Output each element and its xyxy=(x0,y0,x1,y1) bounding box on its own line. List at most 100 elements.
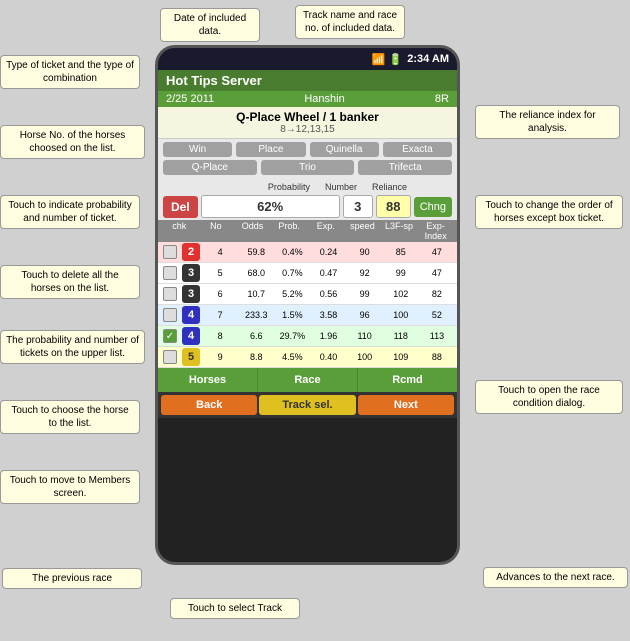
number-display[interactable]: 3 xyxy=(343,195,373,218)
col-chk: chk xyxy=(161,221,198,241)
annotation-change-order: Touch to change the order of horses exce… xyxy=(475,195,623,229)
table-cell: 0.40 xyxy=(310,352,346,362)
annotation-choose-horse: Touch to choose the horse to the list. xyxy=(0,400,140,434)
table-cell: 0.24 xyxy=(310,247,346,257)
table-cell: 88 xyxy=(419,352,455,362)
table-cell: 233.3 xyxy=(238,310,274,320)
app-title: Hot Tips Server xyxy=(166,73,262,88)
prob-label: Probability xyxy=(268,182,310,192)
race-track: Hanshin xyxy=(304,93,344,105)
reliance-display[interactable]: 88 xyxy=(376,195,411,218)
col-speed: speed xyxy=(344,221,381,241)
table-cell: 5.2% xyxy=(274,289,310,299)
table-cell: 90 xyxy=(347,247,383,257)
bet-place[interactable]: Place xyxy=(236,142,305,157)
annotation-delete-all: Touch to delete all the horses on the li… xyxy=(0,265,140,299)
annotation-move-members: Touch to move to Members screen. xyxy=(0,470,140,504)
horse-number: 5 xyxy=(182,348,200,366)
table-cell: 0.7% xyxy=(274,268,310,278)
probability-display[interactable]: 62% xyxy=(201,195,340,218)
table-cell: 5 xyxy=(202,268,238,278)
row-checkbox[interactable]: ✓ xyxy=(160,329,180,343)
clock: 2:34 AM xyxy=(407,53,449,65)
table-row[interactable]: 2459.80.4%0.24908547 xyxy=(158,242,457,263)
table-cell: 68.0 xyxy=(238,268,274,278)
table-cell: 0.56 xyxy=(310,289,346,299)
annotation-select-track: Touch to select Track xyxy=(170,598,300,619)
table-cell: 99 xyxy=(347,289,383,299)
table-cell: 4 xyxy=(202,247,238,257)
pnr-header: Probability Number Reliance xyxy=(158,181,457,193)
back-button[interactable]: Back xyxy=(161,395,257,415)
bet-row-2: Q-Place Trio Trifecta xyxy=(163,160,452,175)
table-cell: 0.4% xyxy=(274,247,310,257)
bet-quinella[interactable]: Quinella xyxy=(310,142,379,157)
table-cell: 0.47 xyxy=(310,268,346,278)
app-header: Hot Tips Server xyxy=(158,70,457,91)
nav-race[interactable]: Race xyxy=(258,368,358,392)
annotation-previous-race: The previous race xyxy=(2,568,142,589)
horse-number: 3 xyxy=(182,264,200,282)
table-cell: 8.8 xyxy=(238,352,274,362)
row-checkbox[interactable] xyxy=(160,308,180,322)
change-button[interactable]: Chng xyxy=(414,197,452,217)
table-row[interactable]: 3610.75.2%0.569910282 xyxy=(158,284,457,305)
table-cell: 4.5% xyxy=(274,352,310,362)
annotation-ticket-type: Type of ticket and the type of combinati… xyxy=(0,55,140,89)
nav-horses[interactable]: Horses xyxy=(158,368,258,392)
table-row[interactable]: ✓486.629.7%1.96110118113 xyxy=(158,326,457,347)
table-cell: 110 xyxy=(347,331,383,341)
unchecked-icon xyxy=(163,308,177,322)
row-checkbox[interactable] xyxy=(160,266,180,280)
table-cell: 92 xyxy=(347,268,383,278)
control-row: Del 62% 3 88 Chng xyxy=(158,193,457,220)
status-icons: 📶 🔋 xyxy=(372,53,402,66)
table-cell: 7 xyxy=(202,310,238,320)
table-cell: 99 xyxy=(383,268,419,278)
next-button[interactable]: Next xyxy=(358,395,454,415)
table-row[interactable]: 3568.00.7%0.47929947 xyxy=(158,263,457,284)
row-checkbox[interactable] xyxy=(160,350,180,364)
bet-qplace[interactable]: Q-Place xyxy=(163,160,257,175)
track-select-button[interactable]: Track sel. xyxy=(259,395,355,415)
table-cell: 47 xyxy=(419,268,455,278)
table-header: chk No Odds Prob. Exp. speed L3F-sp Exp-… xyxy=(158,220,457,242)
bet-trifecta[interactable]: Trifecta xyxy=(358,160,452,175)
col-odds: Odds xyxy=(234,221,271,241)
status-bar: 📶 🔋 2:34 AM xyxy=(158,48,457,70)
horse-number: 3 xyxy=(182,285,200,303)
table-cell: 85 xyxy=(383,247,419,257)
phone-frame: 📶 🔋 2:34 AM Hot Tips Server 2/25 2011 Ha… xyxy=(155,45,460,565)
table-row[interactable]: 598.84.5%0.4010010988 xyxy=(158,347,457,368)
bet-win[interactable]: Win xyxy=(163,142,232,157)
row-checkbox[interactable] xyxy=(160,245,180,259)
unchecked-icon xyxy=(163,245,177,259)
unchecked-icon xyxy=(163,287,177,301)
bet-trio[interactable]: Trio xyxy=(261,160,355,175)
col-expidx: Exp-Index xyxy=(417,221,454,241)
row-checkbox[interactable] xyxy=(160,287,180,301)
horse-number: 2 xyxy=(182,243,200,261)
bet-row-1: Win Place Quinella Exacta xyxy=(163,142,452,157)
col-prob: Prob. xyxy=(271,221,308,241)
table-cell: 3.58 xyxy=(310,310,346,320)
race-info-bar: 2/25 2011 Hanshin 8R xyxy=(158,91,457,107)
table-cell: 102 xyxy=(383,289,419,299)
action-bar: Back Track sel. Next xyxy=(158,392,457,418)
ticket-sub: 8→12,13,15 xyxy=(161,124,454,135)
nav-rcmd[interactable]: Rcmd xyxy=(358,368,457,392)
race-date: 2/25 2011 xyxy=(166,93,214,105)
table-cell: 59.8 xyxy=(238,247,274,257)
bet-exacta[interactable]: Exacta xyxy=(383,142,452,157)
annotation-horse-no: Horse No. of the horses choosed on the l… xyxy=(0,125,145,159)
table-row[interactable]: 47233.31.5%3.589610052 xyxy=(158,305,457,326)
delete-button[interactable]: Del xyxy=(163,196,198,218)
table-cell: 100 xyxy=(383,310,419,320)
table-cell: 118 xyxy=(383,331,419,341)
horse-table: 2459.80.4%0.249085473568.00.7%0.47929947… xyxy=(158,242,457,368)
battery-icon: 🔋 xyxy=(389,53,403,66)
table-cell: 82 xyxy=(419,289,455,299)
table-cell: 29.7% xyxy=(274,331,310,341)
race-number: 8R xyxy=(435,93,449,105)
unchecked-icon xyxy=(163,266,177,280)
